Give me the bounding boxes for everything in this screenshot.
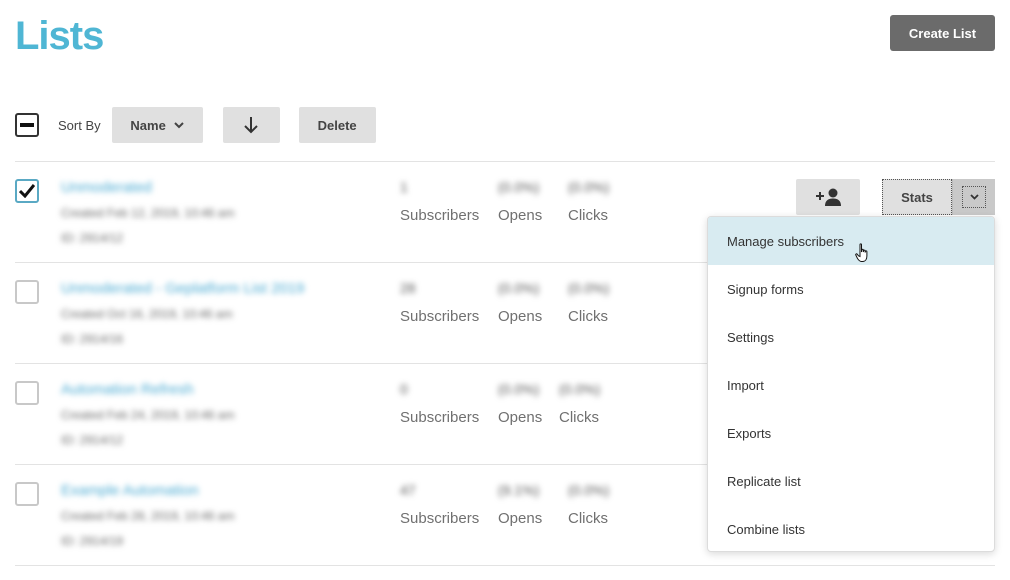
subscribers-label: Subscribers bbox=[400, 308, 480, 325]
row-checkbox[interactable] bbox=[15, 482, 39, 506]
arrow-down-icon bbox=[244, 117, 258, 134]
list-id: ID: 2914/12 bbox=[61, 231, 124, 245]
subscribers-value: 28 bbox=[400, 280, 416, 296]
menu-item-exports[interactable]: Exports bbox=[708, 409, 994, 457]
list-created-date: Created Feb 12, 2019, 10:46 am bbox=[61, 206, 235, 220]
list-name-link[interactable]: Example Automation bbox=[61, 482, 199, 499]
list-toolbar: Sort By Name Delete bbox=[15, 107, 376, 143]
sort-by-label: Sort By bbox=[58, 117, 101, 133]
row-checkbox[interactable] bbox=[15, 381, 39, 405]
chevron-down-icon bbox=[174, 121, 184, 128]
add-user-icon bbox=[816, 188, 841, 206]
subscribers-label: Subscribers bbox=[400, 510, 480, 527]
list-actions-dropdown-toggle[interactable] bbox=[952, 179, 995, 215]
row-checkbox[interactable] bbox=[15, 179, 39, 203]
stats-split-button: Stats bbox=[882, 179, 995, 215]
hand-pointer-icon bbox=[855, 243, 868, 262]
list-id: ID: 2914/12 bbox=[61, 433, 124, 447]
clicks-value: (0.0%) bbox=[568, 482, 610, 498]
subscribers-value: 1 bbox=[400, 179, 408, 195]
opens-value: (0.0%) bbox=[498, 280, 540, 296]
clicks-label: Clicks bbox=[568, 510, 608, 527]
subscribers-value: 0 bbox=[400, 381, 408, 397]
clicks-value: (0.0%) bbox=[568, 280, 610, 296]
menu-item-combine-lists[interactable]: Combine lists bbox=[708, 505, 994, 551]
opens-value: (0.0%) bbox=[498, 179, 540, 195]
list-actions-menu: Manage subscribers Signup forms Settings… bbox=[707, 216, 995, 552]
list-id: ID: 2914/16 bbox=[61, 332, 124, 346]
list-name-link[interactable]: Automation Refresh bbox=[61, 381, 194, 398]
indeterminate-icon bbox=[20, 123, 34, 127]
list-created-date: Created Feb 24, 2019, 10:46 am bbox=[61, 408, 235, 422]
opens-value: (9.1%) bbox=[498, 482, 540, 498]
list-created-date: Created Oct 16, 2019, 10:46 am bbox=[61, 307, 233, 321]
opens-value: (0.0%) bbox=[498, 381, 540, 397]
caret-focus-ring bbox=[962, 186, 986, 208]
create-list-button[interactable]: Create List bbox=[890, 15, 995, 51]
menu-item-manage-subscribers[interactable]: Manage subscribers bbox=[708, 217, 994, 265]
sort-field-dropdown[interactable]: Name bbox=[111, 107, 203, 143]
sort-field-label: Name bbox=[130, 117, 166, 133]
clicks-label: Clicks bbox=[568, 207, 608, 224]
list-name-link[interactable]: Unmoderated - Geplatform List 2019 bbox=[61, 280, 304, 297]
subscribers-label: Subscribers bbox=[400, 207, 480, 224]
page-title: Lists bbox=[15, 14, 104, 58]
select-all-checkbox[interactable] bbox=[15, 113, 39, 137]
opens-label: Opens bbox=[498, 308, 543, 325]
row-checkbox[interactable] bbox=[15, 280, 39, 304]
delete-button[interactable]: Delete bbox=[298, 107, 376, 143]
menu-item-import[interactable]: Import bbox=[708, 361, 994, 409]
subscribers-value: 47 bbox=[400, 482, 416, 498]
list-name-link[interactable]: Unmoderated bbox=[61, 179, 152, 196]
subscribers-label: Subscribers bbox=[400, 409, 480, 426]
clicks-label: Clicks bbox=[559, 409, 599, 426]
clicks-value: (0.0%) bbox=[559, 381, 601, 397]
opens-label: Opens bbox=[498, 207, 543, 224]
menu-item-replicate-list[interactable]: Replicate list bbox=[708, 457, 994, 505]
menu-item-settings[interactable]: Settings bbox=[708, 313, 994, 361]
chevron-down-icon bbox=[969, 194, 979, 200]
stats-button[interactable]: Stats bbox=[882, 179, 952, 215]
menu-item-signup-forms[interactable]: Signup forms bbox=[708, 265, 994, 313]
divider bbox=[15, 565, 995, 566]
list-created-date: Created Feb 28, 2019, 10:46 am bbox=[61, 509, 235, 523]
opens-label: Opens bbox=[498, 409, 543, 426]
sort-direction-button[interactable] bbox=[222, 107, 280, 143]
clicks-value: (0.0%) bbox=[568, 179, 610, 195]
clicks-label: Clicks bbox=[568, 308, 608, 325]
checkmark-icon bbox=[19, 184, 35, 198]
opens-label: Opens bbox=[498, 510, 543, 527]
add-subscriber-button[interactable] bbox=[796, 179, 860, 215]
list-id: ID: 2914/19 bbox=[61, 534, 124, 548]
